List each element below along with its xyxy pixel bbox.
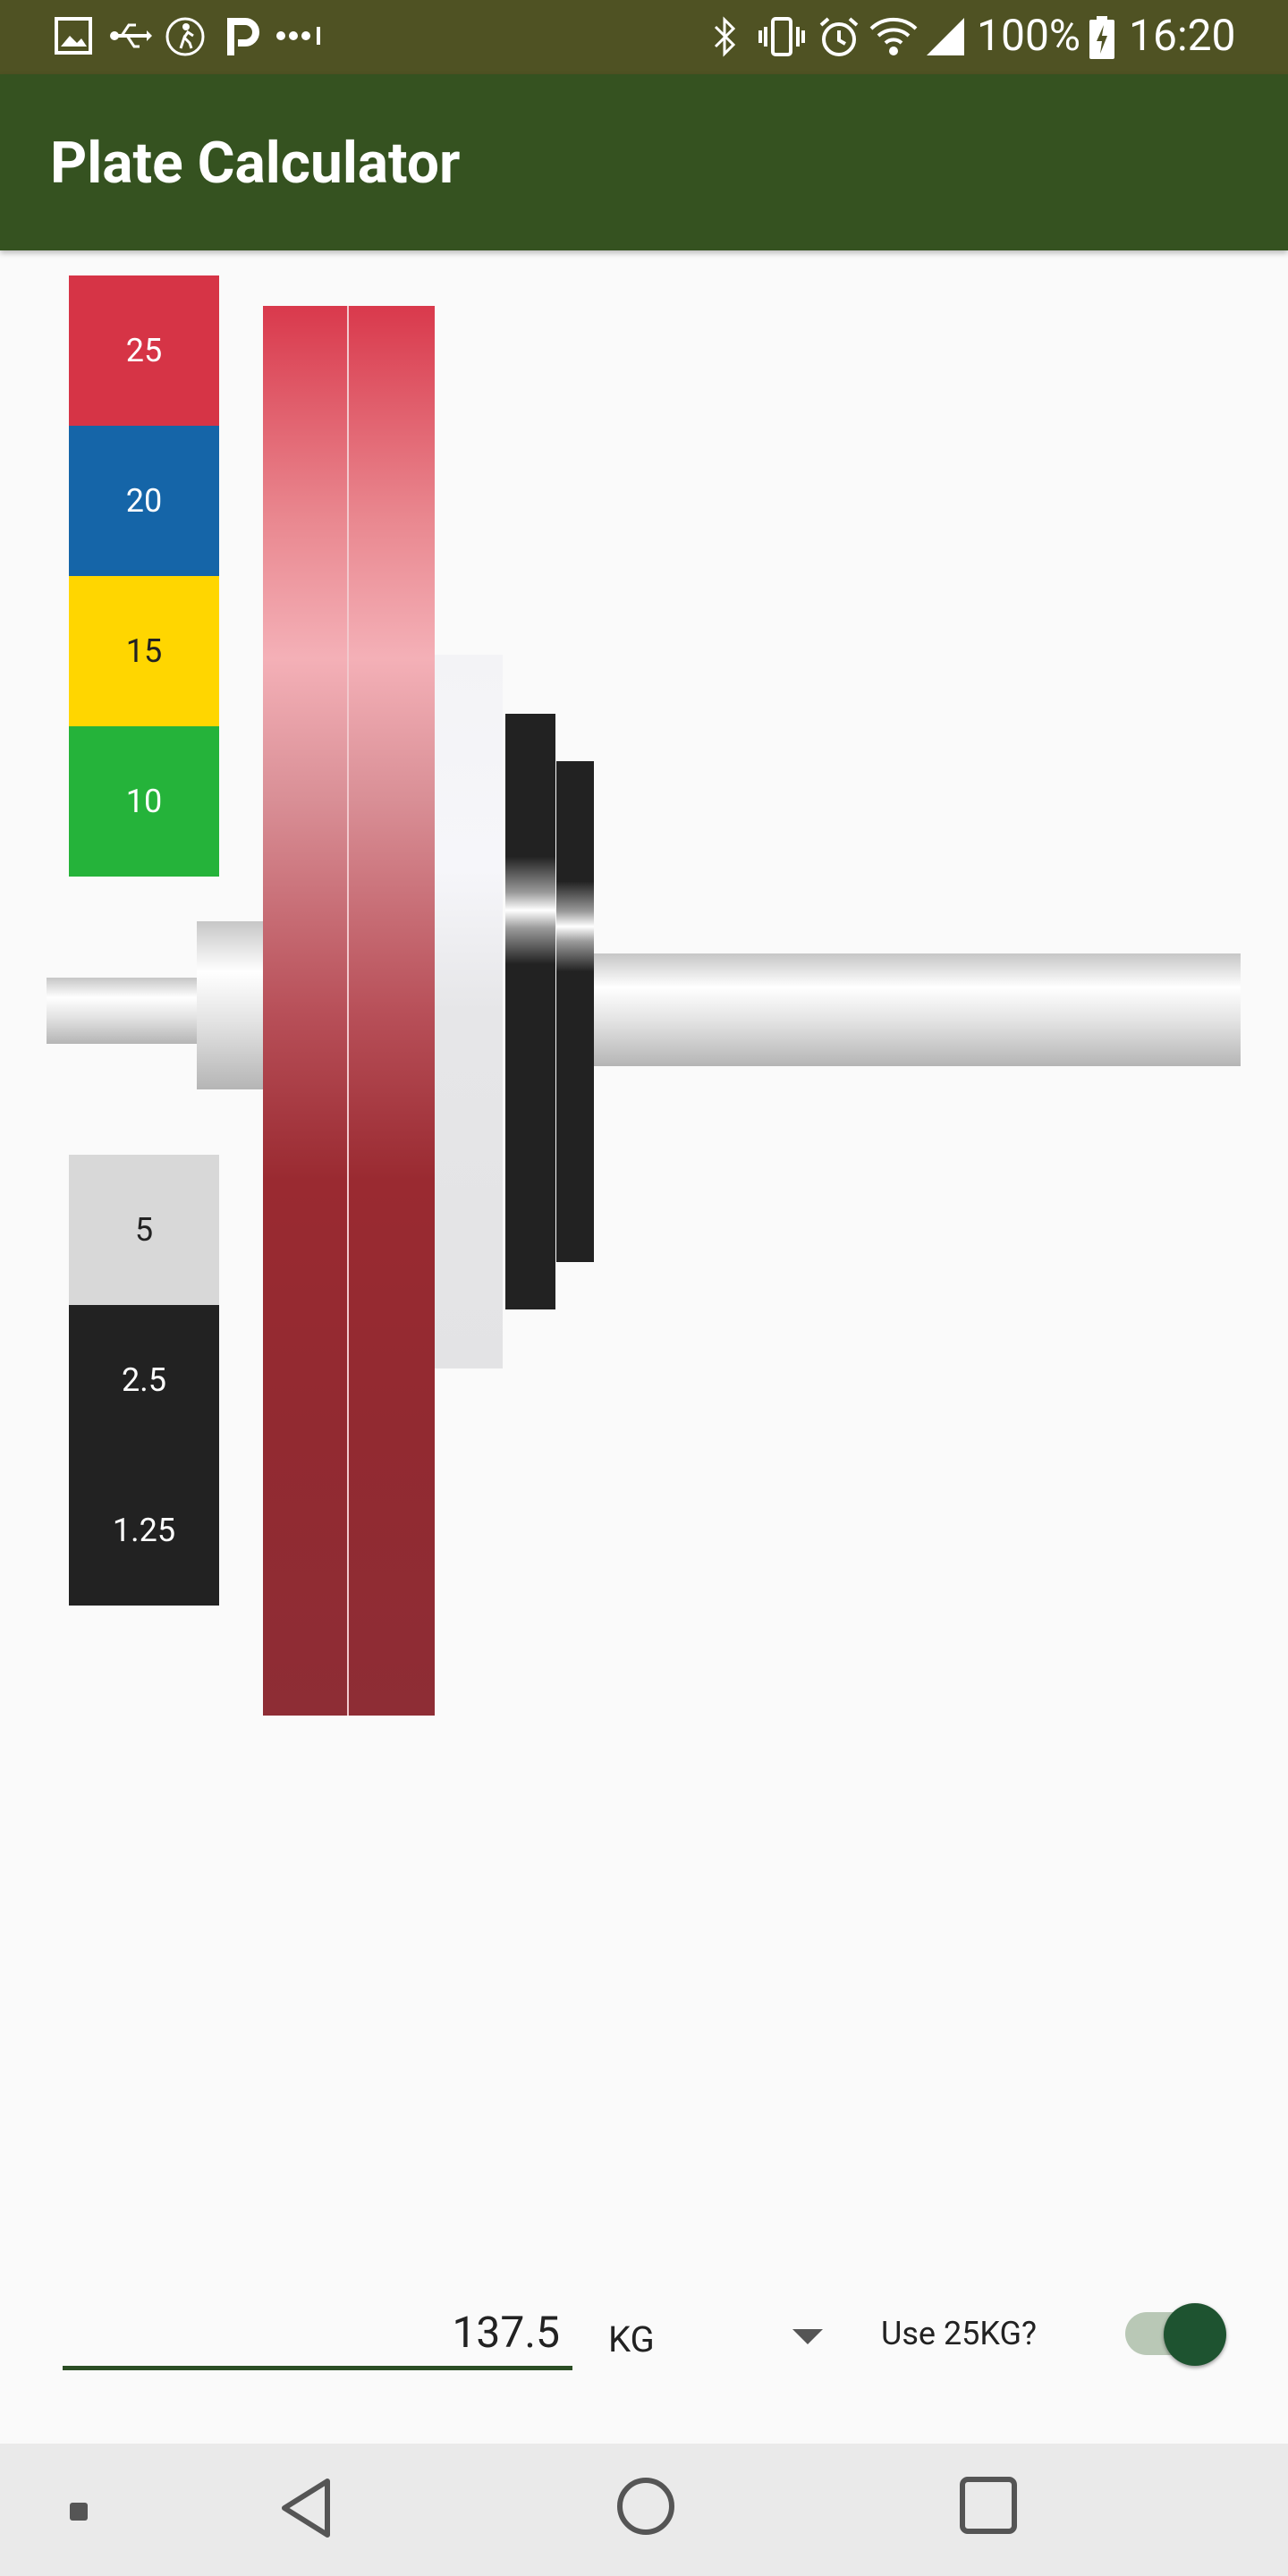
unit-dropdown[interactable]: KG xyxy=(608,2308,832,2370)
back-icon[interactable] xyxy=(277,2476,335,2540)
more-dots-icon xyxy=(276,27,320,45)
app-bar: Plate Calculator xyxy=(0,74,1288,250)
legend-swatch-15: 15 xyxy=(69,576,219,726)
vibrate-icon xyxy=(758,17,805,56)
usb-icon xyxy=(110,23,152,48)
nav-square-dot-icon xyxy=(70,2503,88,2521)
plate-5 xyxy=(435,655,503,1368)
plate-25-1 xyxy=(263,306,347,1716)
wifi-icon xyxy=(869,17,918,55)
plate-25-2 xyxy=(349,306,435,1716)
bluetooth-icon xyxy=(714,16,736,57)
plate-1-25 xyxy=(556,761,594,1262)
alarm-icon xyxy=(819,17,859,56)
legend-swatch-20: 20 xyxy=(69,426,219,576)
nav-bar xyxy=(0,2444,1288,2576)
signal-icon xyxy=(927,18,964,55)
battery-percent: 100% xyxy=(977,10,1081,61)
legend-swatch-25: 25 xyxy=(69,275,219,426)
unit-dropdown-value: KG xyxy=(608,2318,655,2360)
home-icon[interactable] xyxy=(615,2476,676,2537)
weight-input[interactable] xyxy=(63,2299,572,2370)
image-icon xyxy=(55,17,92,55)
bar-left-end xyxy=(47,978,199,1044)
plate-2-5 xyxy=(505,714,555,1309)
use25-toggle-thumb[interactable] xyxy=(1164,2303,1226,2366)
accessibility-icon xyxy=(165,17,205,56)
page-title: Plate Calculator xyxy=(50,130,461,197)
legend-swatch-2-5: 2.5 xyxy=(69,1305,219,1455)
recents-icon[interactable] xyxy=(959,2476,1018,2535)
legend-swatch-5: 5 xyxy=(69,1155,219,1305)
bar-sleeve xyxy=(590,953,1241,1066)
dropdown-arrow-icon xyxy=(792,2329,823,2344)
clock: 16:20 xyxy=(1129,10,1236,61)
status-bar: 100% 16:20 xyxy=(0,0,1288,74)
parking-icon xyxy=(227,18,259,55)
use25-label: Use 25KG? xyxy=(881,2315,1037,2352)
legend-swatch-10: 10 xyxy=(69,726,219,877)
legend-swatch-1-25: 1.25 xyxy=(69,1455,219,1606)
bar-collar xyxy=(197,921,265,1089)
battery-charging-icon xyxy=(1089,16,1114,59)
